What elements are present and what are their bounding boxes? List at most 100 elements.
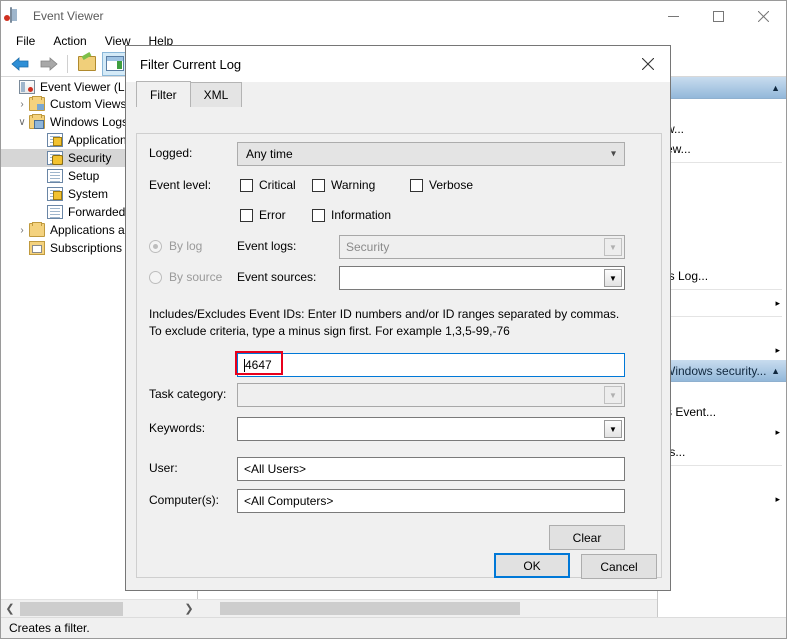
checkbox-verbose[interactable]: Verbose: [410, 178, 473, 192]
action-item-submenu[interactable]: ▸: [658, 489, 786, 509]
checkbox-box[interactable]: [312, 208, 325, 222]
event-ids-help-text: Includes/Excludes Event IDs: Enter ID nu…: [149, 307, 620, 338]
logged-value: Any time: [246, 147, 293, 161]
keywords-combobox[interactable]: ▼: [237, 417, 625, 441]
scrollbar-thumb[interactable]: [220, 602, 520, 615]
action-item-submenu[interactable]: ▸: [658, 422, 786, 442]
event-viewer-icon: [10, 7, 26, 24]
checkbox-label: Information: [331, 208, 392, 222]
event-sources-combobox[interactable]: ▼: [339, 266, 625, 290]
action-item[interactable]: ts...: [658, 442, 786, 462]
user-input[interactable]: <All Users>: [237, 457, 625, 481]
collapse-caret-icon[interactable]: ▲: [771, 83, 780, 93]
action-item-filter-current-log[interactable]: is Log...: [658, 266, 786, 286]
menu-file[interactable]: File: [7, 32, 44, 50]
chevron-down-icon[interactable]: ▼: [604, 386, 622, 404]
radio-button[interactable]: [149, 239, 162, 253]
folder-icon: [29, 222, 45, 237]
chevron-right-icon[interactable]: ▸: [775, 494, 780, 505]
task-category-combobox[interactable]: ▼: [237, 383, 625, 407]
action-label: s Event...: [666, 405, 717, 419]
checkbox-label: Critical: [259, 178, 296, 192]
computers-input[interactable]: <All Computers>: [237, 489, 625, 513]
checkbox-box[interactable]: [240, 208, 253, 222]
tab-filter[interactable]: Filter: [136, 81, 191, 107]
radio-by-source[interactable]: By source: [149, 270, 222, 284]
cancel-button[interactable]: Cancel: [581, 554, 657, 579]
clear-button[interactable]: Clear: [549, 525, 625, 550]
action-item[interactable]: w...: [658, 119, 786, 139]
action-item-submenu[interactable]: ▸: [658, 293, 786, 313]
event-logs-value: Security: [346, 240, 390, 254]
scrollbar-thumb[interactable]: [20, 601, 123, 616]
actions-spacer: [658, 166, 786, 186]
checkbox-box[interactable]: [240, 178, 253, 192]
ok-button[interactable]: OK: [494, 553, 570, 578]
log-warning-icon: [47, 133, 63, 147]
checkbox-box[interactable]: [410, 178, 423, 192]
tree-item-label: Subscriptions: [50, 241, 123, 255]
radio-label: By source: [169, 270, 223, 284]
minimize-button[interactable]: [651, 1, 696, 31]
subscriptions-icon: [29, 241, 45, 255]
collapse-caret-icon[interactable]: ▲: [771, 366, 780, 376]
actions-section-header-1[interactable]: ▲: [658, 77, 786, 99]
checkbox-critical[interactable]: Critical: [240, 178, 296, 192]
list-horizontal-scrollbar[interactable]: [198, 599, 657, 617]
scroll-right-icon[interactable]: ❯: [180, 600, 198, 618]
checkbox-box[interactable]: [312, 178, 325, 192]
chevron-right-icon[interactable]: ▸: [775, 345, 780, 356]
chevron-right-icon[interactable]: ›: [15, 99, 29, 110]
menu-action[interactable]: Action: [44, 32, 95, 50]
chevron-down-icon[interactable]: ∨: [15, 117, 29, 128]
checkbox-label: Warning: [331, 178, 376, 192]
action-item[interactable]: .: [658, 186, 786, 206]
open-folder-icon[interactable]: [74, 52, 100, 76]
log-warning-icon: [47, 187, 63, 201]
actions-section-header-2[interactable]: Windows security... ▲: [658, 360, 786, 382]
tree-horizontal-scrollbar[interactable]: ❮ ❯: [1, 599, 198, 617]
scroll-left-icon[interactable]: ❮: [1, 600, 19, 618]
filter-current-log-dialog: Filter Current Log Filter XML Logged: An…: [125, 45, 671, 591]
radio-button[interactable]: [149, 270, 162, 284]
checkbox-error[interactable]: Error: [240, 208, 286, 222]
checkbox-warning[interactable]: Warning: [312, 178, 375, 192]
tree-item-label: Applications a: [50, 223, 125, 237]
chevron-right-icon[interactable]: ▸: [775, 427, 780, 438]
action-item[interactable]: .: [658, 246, 786, 266]
windows-logs-folder-icon: [29, 114, 45, 129]
actions-section-title: Windows security...: [664, 363, 767, 378]
chevron-down-icon[interactable]: ▼: [604, 269, 622, 287]
chevron-down-icon[interactable]: ▾: [611, 149, 616, 160]
action-item[interactable]: s Event...: [658, 402, 786, 422]
radio-by-log[interactable]: By log: [149, 239, 202, 253]
logged-label-row: Logged:: [149, 146, 192, 160]
back-arrow-icon[interactable]: [7, 52, 33, 76]
action-item[interactable]: ew...: [658, 139, 786, 159]
tab-xml[interactable]: XML: [189, 82, 243, 107]
actions-separator: [662, 465, 782, 466]
action-item-submenu[interactable]: ▸: [658, 340, 786, 360]
actions-spacer: [658, 99, 786, 119]
maximize-button[interactable]: [696, 1, 741, 31]
logged-combobox[interactable]: Any time ▾: [237, 142, 625, 166]
chevron-right-icon[interactable]: ›: [15, 225, 29, 236]
event-logs-label: Event logs:: [237, 239, 297, 253]
chevron-down-icon[interactable]: ▼: [604, 238, 622, 256]
chevron-right-icon[interactable]: ▸: [775, 298, 780, 309]
event-level-label-row: Event level:: [149, 178, 211, 192]
event-sources-label-row: Event sources:: [237, 270, 316, 284]
computers-label: Computer(s):: [149, 493, 220, 507]
tree-item-label: Application: [68, 133, 127, 147]
statusbar: Creates a filter.: [1, 617, 786, 638]
event-ids-input[interactable]: 4647: [237, 353, 625, 377]
event-logs-label-row: Event logs:: [237, 239, 296, 253]
task-category-label-row: Task category:: [149, 387, 226, 401]
chevron-down-icon[interactable]: ▼: [604, 420, 622, 438]
close-button[interactable]: [741, 1, 786, 31]
dialog-close-button[interactable]: [626, 46, 670, 82]
event-logs-combobox[interactable]: Security ▼: [339, 235, 625, 259]
toolbar-separator: [67, 54, 68, 73]
forward-arrow-icon[interactable]: [35, 52, 61, 76]
checkbox-information[interactable]: Information: [312, 208, 391, 222]
